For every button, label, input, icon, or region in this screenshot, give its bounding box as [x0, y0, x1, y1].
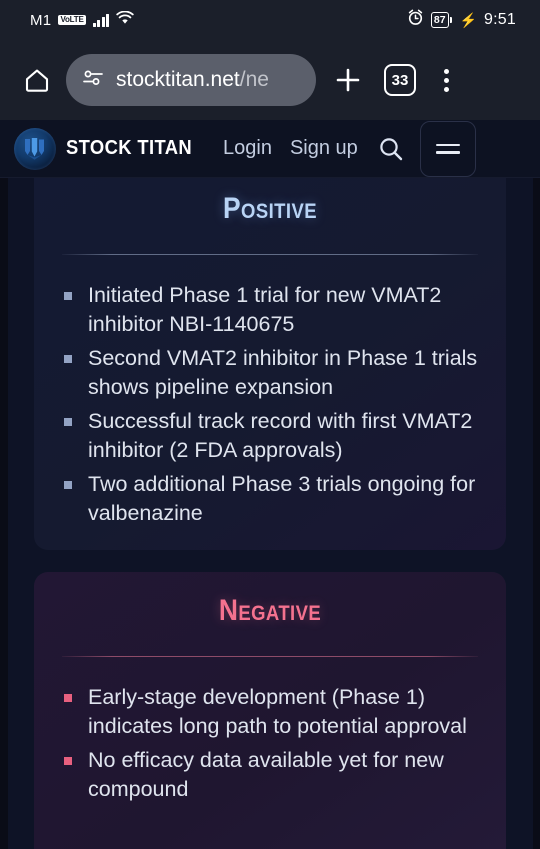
url-domain: stocktitan.net [116, 68, 240, 91]
status-bar-left-group: M1 VoLTE [30, 10, 134, 30]
positive-points-list: Initiated Phase 1 trial for new VMAT2 in… [62, 281, 478, 528]
list-item: Second VMAT2 inhibitor in Phase 1 trials… [62, 344, 478, 402]
site-logo[interactable]: STOCK TITAN [14, 127, 203, 170]
list-item: Two additional Phase 3 trials ongoing fo… [62, 470, 478, 528]
negative-points-list: Early-stage development (Phase 1) indica… [62, 683, 478, 804]
positive-divider [62, 254, 478, 255]
signup-link[interactable]: Sign up [290, 137, 358, 160]
browser-toolbar: stocktitan.net/ne 33 [0, 40, 540, 120]
charging-bolt-icon: ⚡ [459, 11, 478, 28]
hamburger-menu-button[interactable] [419, 120, 476, 177]
battery-cap [449, 17, 452, 23]
search-button[interactable] [374, 132, 408, 166]
tab-switcher-button[interactable]: 33 [384, 64, 416, 96]
browser-overflow-menu-icon[interactable] [428, 58, 464, 102]
list-item: No efficacy data available yet for new c… [62, 746, 478, 804]
home-button[interactable] [18, 61, 56, 99]
wifi-icon [116, 10, 134, 30]
content-column: Positive Initiated Phase 1 trial for new… [0, 178, 540, 849]
signal-strength-icon [92, 13, 110, 27]
android-status-bar: M1 VoLTE 87 ⚡ 9:51 [0, 0, 540, 40]
battery-indicator: 87 [430, 12, 452, 28]
url-path: /ne [239, 68, 269, 91]
page-info-icon[interactable] [82, 69, 104, 92]
header-nav: Login Sign up [223, 137, 358, 160]
page-content: Positive Initiated Phase 1 trial for new… [0, 178, 540, 849]
tab-count-label: 33 [391, 71, 409, 89]
login-link[interactable]: Login [223, 137, 272, 160]
page-left-rail [0, 178, 8, 849]
page-right-rail [533, 178, 540, 849]
positive-section-card: Positive Initiated Phase 1 trial for new… [34, 178, 506, 550]
site-header: STOCK TITAN Login Sign up [0, 120, 540, 178]
new-tab-button[interactable] [326, 58, 370, 102]
negative-section-card: Negative Early-stage development (Phase … [34, 572, 506, 849]
carrier-label: M1 [30, 11, 52, 29]
list-item: Early-stage development (Phase 1) indica… [62, 683, 478, 741]
stock-titan-logo-icon [14, 127, 56, 170]
url-text[interactable]: stocktitan.net/ne [116, 68, 269, 92]
alarm-clock-icon [407, 9, 424, 31]
address-bar[interactable]: stocktitan.net/ne [66, 54, 316, 106]
list-item: Successful track record with first VMAT2… [62, 407, 478, 465]
list-item: Initiated Phase 1 trial for new VMAT2 in… [62, 281, 478, 339]
battery-percent-label: 87 [430, 12, 449, 28]
status-bar-right-group: 87 ⚡ 9:51 [407, 9, 516, 31]
clock-label: 9:51 [484, 11, 516, 28]
negative-divider [62, 656, 478, 657]
negative-section-title: Negative [218, 594, 322, 627]
positive-section-title: Positive [222, 192, 318, 225]
volte-badge: VoLTE [58, 14, 86, 26]
brand-name: STOCK TITAN [66, 137, 193, 159]
